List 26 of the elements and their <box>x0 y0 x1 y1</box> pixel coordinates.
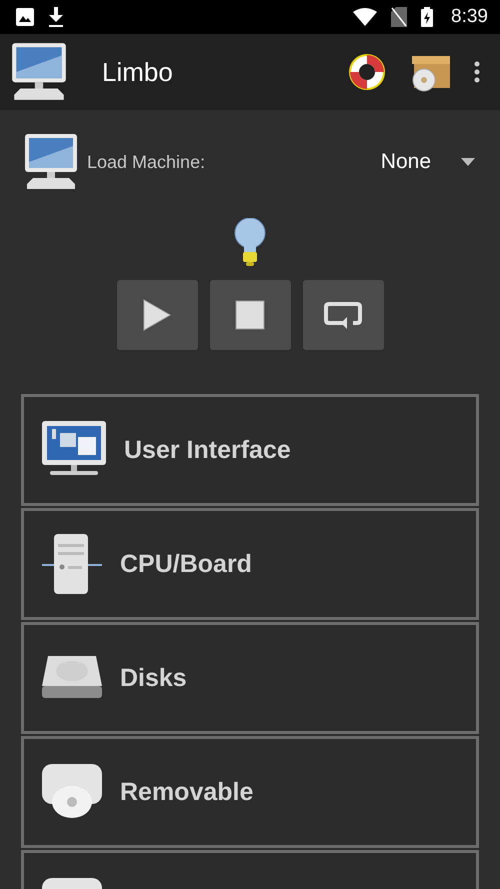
settings-section[interactable]: User Interface <box>21 394 479 506</box>
app-title: Limbo <box>102 56 173 88</box>
dropdown-caret-icon <box>461 158 475 166</box>
image-icon <box>16 8 34 26</box>
play-button[interactable] <box>116 280 198 350</box>
wifi-icon <box>353 8 378 26</box>
more-options-icon[interactable] <box>474 61 480 83</box>
stop-button[interactable] <box>210 280 290 350</box>
settings-section[interactable]: Removable <box>21 736 479 848</box>
load-machine-label: Load Machine: <box>87 152 206 172</box>
play-icon <box>142 298 172 332</box>
optical-drive-icon <box>42 764 102 820</box>
lifebuoy-icon[interactable] <box>346 52 388 92</box>
restart-button[interactable] <box>302 280 384 350</box>
machine-dropdown[interactable]: None <box>370 144 475 180</box>
light-bulb-icon <box>233 218 267 268</box>
no-sim-icon <box>391 7 408 27</box>
hard-drive-icon <box>42 656 102 700</box>
settings-section[interactable]: CPU/Board <box>21 508 479 620</box>
battery-icon <box>421 7 434 27</box>
restart-icon <box>323 301 363 329</box>
download-icon <box>48 7 64 27</box>
computer-tower-icon <box>42 534 102 594</box>
clock-time: 8:39 <box>451 6 488 28</box>
stop-icon <box>235 300 265 330</box>
settings-section[interactable]: Disks <box>21 622 479 734</box>
